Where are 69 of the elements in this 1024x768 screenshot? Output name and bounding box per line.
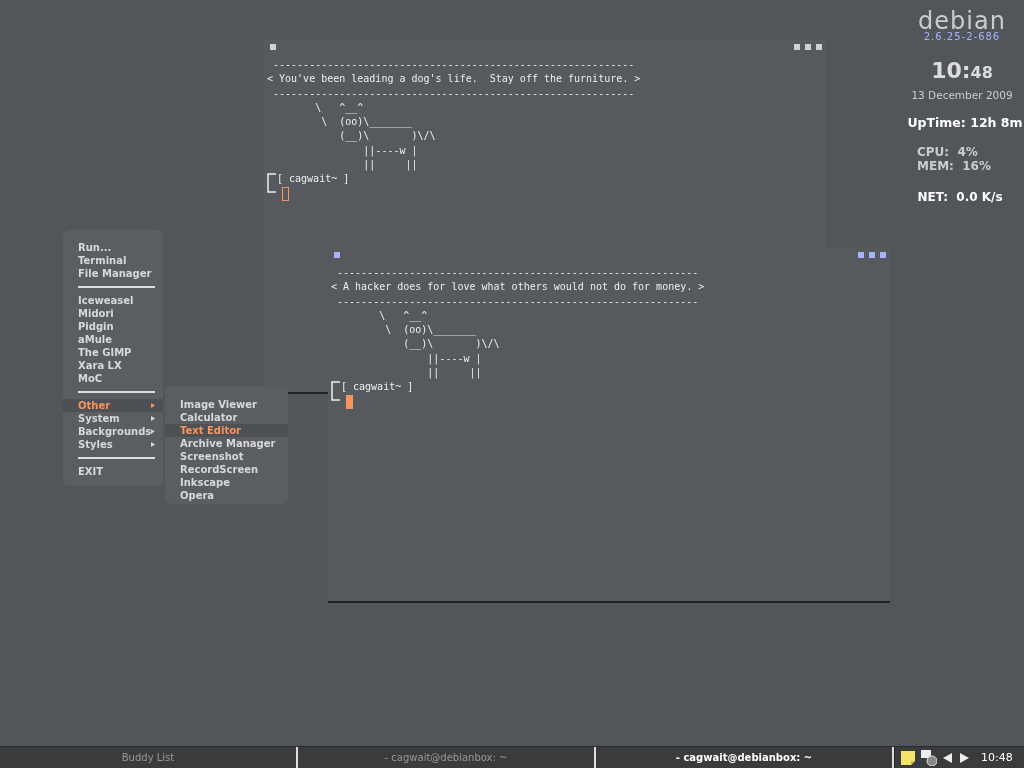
clock-minutes: 48	[970, 63, 993, 82]
submenu-arrow-icon	[151, 416, 155, 421]
terminal-line: ------------------------------------------------------------	[336, 294, 699, 309]
menu-item[interactable]: Image Viewer	[165, 398, 288, 411]
menu-item[interactable]: RecordScreen	[165, 463, 288, 476]
menu-item[interactable]: Iceweasel	[63, 294, 163, 307]
shell-prompt: [ cagwait~ ]	[341, 380, 414, 395]
close-button[interactable]	[880, 252, 886, 258]
uptime-label: UpTime: 12h 8m	[907, 115, 1023, 130]
menu-item[interactable]: The GIMP	[63, 346, 163, 359]
menu-item[interactable]: Xara LX	[63, 359, 163, 372]
terminal-line: (__)\ )\/\	[338, 129, 436, 144]
terminal-line: || ||	[426, 366, 482, 381]
terminal-line: \ (oo)\_______	[384, 323, 476, 338]
terminal-line: ------------------------------------------------------------	[272, 58, 635, 72]
terminal-line: (__)\ )\/\	[402, 337, 500, 352]
terminal-line: \ ^__^	[378, 308, 428, 324]
left-arrow-icon[interactable]	[943, 752, 953, 763]
menu-item[interactable]: Text Editor	[165, 424, 288, 437]
window-menu-button[interactable]	[270, 44, 276, 50]
menu-item[interactable]: Inkscape	[165, 476, 288, 489]
terminal-line: ------------------------------------------------------------	[336, 266, 699, 280]
menu-item[interactable]: EXIT	[63, 465, 163, 478]
menu-item[interactable]: Other	[63, 399, 163, 412]
taskbar-button[interactable]: Buddy List	[0, 747, 298, 768]
terminal-line: < You've been leading a dog's life. Stay off the furniture. >	[267, 72, 641, 87]
maximize-button[interactable]	[805, 44, 811, 50]
terminal-line: || ||	[362, 158, 418, 173]
prompt-corner-icon	[267, 172, 277, 195]
shell-prompt: [ cagwait~ ]	[277, 172, 350, 187]
terminal-line: < A hacker does for love what others would not do for money. >	[331, 280, 705, 295]
maximize-button[interactable]	[869, 252, 875, 258]
terminal-line: ||----w |	[362, 143, 418, 159]
menu-item[interactable]: Opera	[165, 489, 288, 502]
submenu-arrow-icon	[151, 442, 155, 447]
menu-item[interactable]: Calculator	[165, 411, 288, 424]
terminal-line: ------------------------------------------------------------	[272, 86, 635, 101]
menu-item[interactable]: System	[63, 412, 163, 425]
menu-item[interactable]: Terminal	[63, 254, 163, 267]
network-speed: NET: 0.0 K/s	[917, 190, 1003, 204]
cpu-usage: CPU: 4%	[917, 145, 979, 159]
submenu-arrow-icon	[151, 429, 155, 434]
terminal-line: \ ^__^	[314, 100, 364, 116]
minimize-button[interactable]	[858, 252, 864, 258]
menu-item[interactable]: Midori	[63, 307, 163, 320]
taskbar-clock: 10:48	[981, 751, 1013, 764]
menu-item[interactable]: Pidgin	[63, 320, 163, 333]
taskbar-button[interactable]: - cagwait@debianbox: ~	[298, 747, 596, 768]
menu-item[interactable]: Archive Manager	[165, 437, 288, 450]
menu-item[interactable]: aMule	[63, 333, 163, 346]
minimize-button[interactable]	[794, 44, 800, 50]
menu-item[interactable]: Screenshot	[165, 450, 288, 463]
date-label: 13 December 2009	[911, 89, 1013, 101]
prompt-corner-icon	[331, 380, 341, 403]
submenu-arrow-icon	[151, 403, 155, 408]
menu-item[interactable]: File Manager	[63, 267, 163, 280]
menu-item[interactable]: MoC	[63, 372, 163, 385]
terminal-line: \ (oo)\_______	[320, 115, 412, 130]
window-menu-button[interactable]	[334, 252, 340, 258]
right-arrow-icon[interactable]	[959, 752, 969, 763]
terminal-line: ||----w |	[426, 351, 482, 367]
sticky-note-icon[interactable]	[901, 750, 915, 765]
menu-item[interactable]: Styles	[63, 438, 163, 451]
kernel-version: 2.6.25-2-686	[923, 31, 1001, 42]
menu-item[interactable]: Run...	[63, 241, 163, 254]
close-button[interactable]	[816, 44, 822, 50]
memory-usage: MEM: 16%	[917, 159, 991, 173]
clock-hours: 10:	[931, 58, 971, 83]
menu-item[interactable]: Backgrounds	[63, 425, 163, 438]
